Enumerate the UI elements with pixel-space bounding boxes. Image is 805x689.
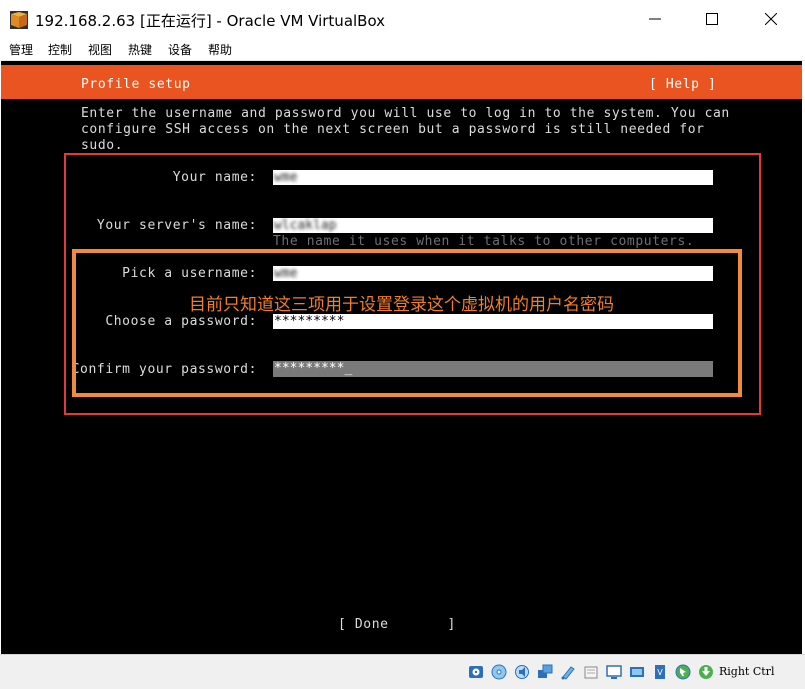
done-button[interactable]: [ Done ]	[338, 617, 456, 632]
host-key-label: Right Ctrl	[719, 665, 775, 678]
minimize-icon	[649, 18, 661, 20]
shared-folder-icon[interactable]	[583, 664, 599, 680]
svg-text:V: V	[657, 668, 663, 677]
title-bar: 192.168.2.63 [正在运行] - Oracle VM VirtualB…	[0, 0, 805, 38]
menu-item-manage[interactable]: 管理	[9, 41, 33, 58]
recording-icon[interactable]	[629, 664, 645, 680]
display-icon[interactable]	[606, 664, 622, 680]
cpu-icon[interactable]: V	[652, 664, 668, 680]
menu-item-view[interactable]: 视图	[88, 41, 112, 58]
menu-bar: 管理 控制 视图 热键 设备 帮助	[0, 38, 805, 61]
installer-header: Profile setup [ Help ]	[1, 65, 802, 99]
maximize-button[interactable]	[689, 0, 735, 38]
minimize-button[interactable]	[632, 0, 678, 38]
optical-drive-icon[interactable]	[491, 664, 507, 680]
virtualbox-icon	[10, 11, 28, 29]
menu-item-help[interactable]: 帮助	[208, 41, 232, 58]
intro-text: Enter the username and password you will…	[81, 106, 730, 153]
close-button[interactable]	[748, 0, 794, 38]
menu-item-hotkey[interactable]: 热键	[128, 41, 152, 58]
audio-icon[interactable]	[514, 664, 530, 680]
menu-item-control[interactable]: 控制	[48, 41, 72, 58]
mouse-integration-icon[interactable]	[675, 664, 691, 680]
close-icon	[765, 13, 777, 25]
status-bar: V Right Ctrl	[0, 654, 805, 689]
usb-icon[interactable]	[560, 664, 576, 680]
maximize-icon	[706, 13, 718, 25]
annotation-text: 目前只知道这三项用于设置登录这个虚拟机的用户名密码	[189, 295, 614, 315]
installer-title: Profile setup	[81, 77, 191, 92]
help-button[interactable]: [ Help ]	[649, 77, 716, 92]
network-icon[interactable]	[537, 664, 553, 680]
menu-item-devices[interactable]: 设备	[168, 41, 192, 58]
annotation-inner-box	[72, 249, 742, 397]
window-title: 192.168.2.63 [正在运行] - Oracle VM VirtualB…	[35, 12, 386, 30]
hard-disk-icon[interactable]	[468, 664, 484, 680]
keyboard-capture-icon[interactable]	[698, 664, 714, 680]
vm-screen[interactable]: Profile setup [ Help ] Enter the usernam…	[1, 61, 802, 654]
